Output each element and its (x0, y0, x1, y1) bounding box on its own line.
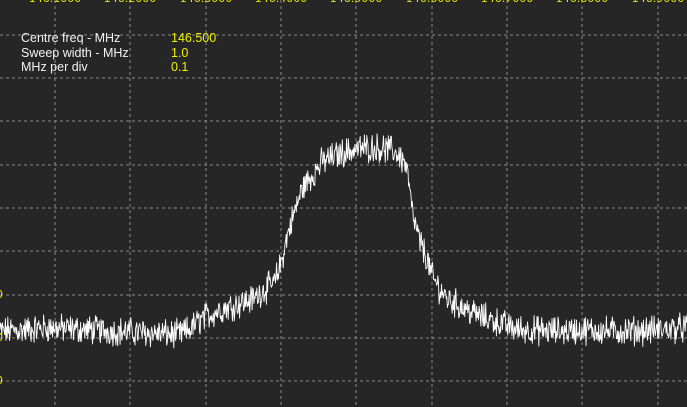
settings-readout: Centre freq - MHz 146.500 Sweep width - … (21, 31, 241, 75)
freq-tick-label: 146.8000 (547, 0, 617, 5)
freq-tick-label: 146.2000 (95, 0, 165, 5)
sweep-width-value: 1.0 (171, 45, 189, 60)
freq-tick-label: 146.1000 (20, 0, 90, 5)
level-tick-label: 0 (0, 375, 3, 387)
level-tick-label: 0 (0, 289, 3, 301)
freq-tick-label: 146.9000 (623, 0, 687, 5)
freq-tick-label: 146.5000 (321, 0, 391, 5)
mhz-per-div-label: MHz per div (21, 60, 88, 74)
freq-tick-label: 146.7000 (472, 0, 542, 5)
sweep-width-row: Sweep width - MHz 1.0 (21, 46, 241, 61)
centre-freq-row: Centre freq - MHz 146.500 (21, 31, 241, 46)
sweep-width-label: Sweep width - MHz (21, 45, 129, 60)
freq-tick-label: 146.3000 (171, 0, 241, 5)
centre-freq-value: 146.500 (171, 31, 217, 45)
freq-tick-label: 146.4000 (246, 0, 316, 5)
level-tick-label: 0 (0, 332, 3, 344)
freq-tick-label: 146.6000 (397, 0, 467, 5)
centre-freq-label: Centre freq - MHz (21, 31, 121, 45)
spectrum-display: 146.1000146.2000146.3000146.4000146.5000… (0, 0, 687, 407)
spectrum-trace (0, 133, 687, 349)
mhz-per-div-value: 0.1 (171, 60, 189, 74)
mhz-per-div-row: MHz per div 0.1 (21, 60, 241, 75)
